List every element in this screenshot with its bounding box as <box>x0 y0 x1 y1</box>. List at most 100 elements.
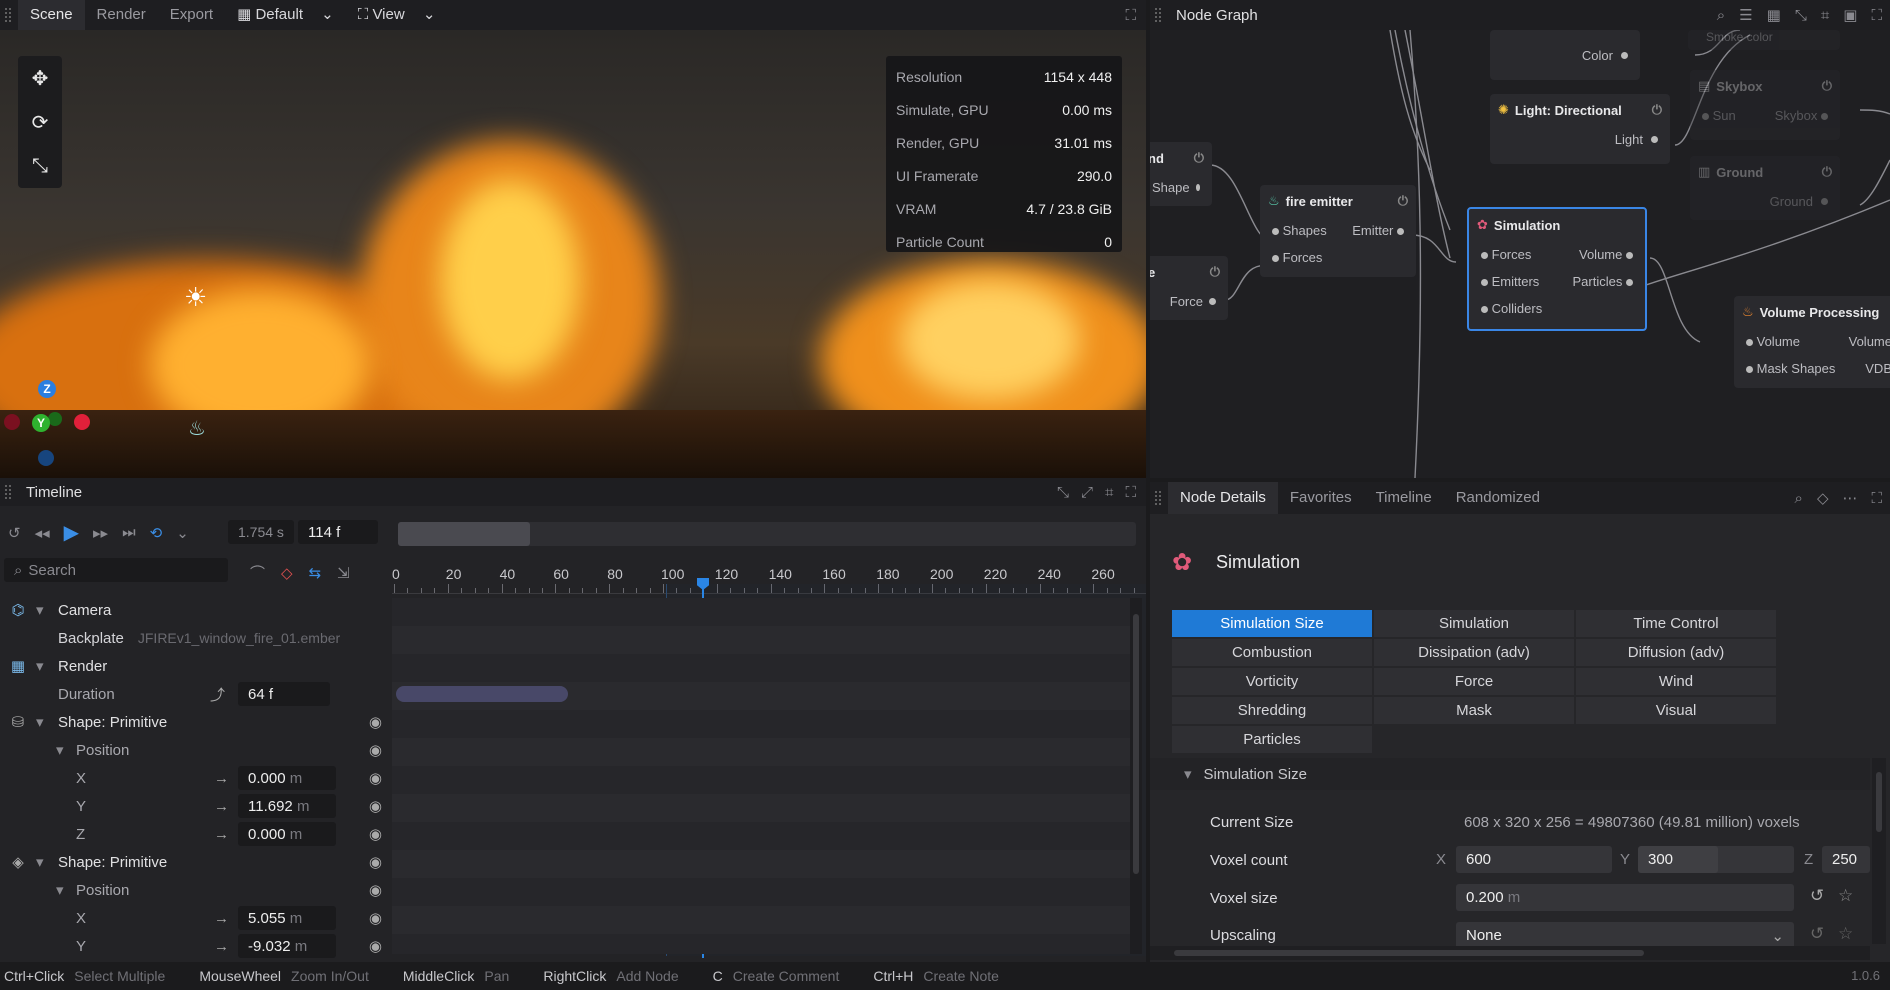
rotate-icon[interactable]: ⟳ <box>32 110 49 135</box>
duration-field[interactable]: 64 f <box>238 682 330 706</box>
auto-key-icon[interactable]: ⇆ <box>309 562 322 583</box>
x-value-field[interactable]: 0.000 m <box>238 766 336 790</box>
eye-icon[interactable]: ◉ <box>369 853 382 871</box>
input-port[interactable] <box>1481 252 1488 259</box>
scrub-track[interactable] <box>398 522 1136 546</box>
expand-arrow-icon[interactable]: ▾ <box>56 881 76 899</box>
y-value-field[interactable]: -9.032 m <box>238 934 336 958</box>
gizmo-y-neg[interactable] <box>48 412 62 426</box>
panel-grip[interactable] <box>1154 490 1162 506</box>
category-combustion[interactable]: Combustion <box>1172 639 1372 666</box>
scrub-range[interactable] <box>398 522 530 546</box>
sun-light-icon[interactable]: ☀ <box>184 282 207 313</box>
details-hscrollbar[interactable] <box>1150 946 1870 960</box>
maximize-icon[interactable]: ⛶ <box>1125 484 1136 501</box>
expand-arrow-icon[interactable]: ▾ <box>36 601 58 619</box>
track-backplate[interactable]: Backplate JFIREv1_window_fire_01.ember <box>0 624 388 652</box>
eye-icon[interactable]: ◉ <box>369 909 382 927</box>
move-icon[interactable]: ✥ <box>32 66 49 91</box>
voxel-size-input[interactable]: 0.200 m <box>1456 884 1794 911</box>
arrow-right-icon[interactable]: → <box>214 798 238 815</box>
node-graph-canvas[interactable]: Color Smoke color ✺ Light: Directional ⏻ L… <box>1150 30 1890 478</box>
expand-arrow-icon[interactable]: ▾ <box>36 853 58 871</box>
maximize-icon[interactable]: ⛶ <box>1125 7 1136 24</box>
fit-icon[interactable]: ⌗ <box>1105 484 1113 501</box>
category-simulation-size[interactable]: Simulation Size <box>1172 610 1372 637</box>
gizmo-z-neg[interactable] <box>38 450 54 466</box>
output-port[interactable] <box>1209 298 1216 305</box>
volume-processing-node[interactable]: ♨ Volume Processing Volume Volume Mask Sha… <box>1734 296 1890 388</box>
input-port[interactable] <box>1272 255 1279 262</box>
reset-icon[interactable]: ↺ <box>1810 924 1824 944</box>
simulation-node[interactable]: ✿ Simulation Forces Volume Emitters Particl… <box>1467 207 1647 331</box>
axis-gizmo[interactable]: Y Z <box>0 380 100 478</box>
power-icon[interactable]: ⏻ <box>1210 264 1220 280</box>
arrow-right-icon[interactable]: → <box>214 826 238 843</box>
view-dropdown[interactable]: ⛶ View ⌄ <box>346 0 448 30</box>
ground-node[interactable]: ▥ Ground ⏻ Ground <box>1690 156 1840 220</box>
fit-icon[interactable]: ⌗ <box>1821 6 1829 24</box>
gizmo-x-pos[interactable] <box>74 414 90 430</box>
grid-icon[interactable]: ▦ <box>1767 6 1781 24</box>
shape-node[interactable]: nd ⏻ Shape <box>1150 142 1212 206</box>
power-icon[interactable]: ⏻ <box>1652 102 1662 118</box>
timeline-scrollbar[interactable] <box>1130 598 1142 954</box>
search-icon[interactable]: ⌕ <box>1795 489 1803 507</box>
output-port[interactable] <box>1821 113 1828 120</box>
category-vorticity[interactable]: Vorticity <box>1172 668 1372 695</box>
tab-render[interactable]: Render <box>85 0 158 30</box>
eye-icon[interactable]: ◉ <box>369 881 382 899</box>
maximize-icon[interactable]: ⛶ <box>1871 6 1882 24</box>
curve-icon[interactable]: ⤴ <box>210 684 238 705</box>
chevron-down-icon[interactable]: ⌄ <box>176 524 189 542</box>
color-node[interactable]: Color <box>1490 30 1640 80</box>
voxel-x-input[interactable]: 600 <box>1456 846 1612 873</box>
track-position-2[interactable]: ▾ Position ◉ <box>0 876 388 904</box>
maximize-icon[interactable]: ⛶ <box>1871 489 1882 507</box>
input-port[interactable] <box>1746 339 1753 346</box>
track-shape-primitive-2[interactable]: ◈ ▾ Shape: Primitive ◉ <box>0 848 388 876</box>
tab-favorites[interactable]: Favorites <box>1278 483 1364 513</box>
search-icon[interactable]: ⌕ <box>1717 6 1725 24</box>
tab-scene[interactable]: Scene <box>18 0 85 30</box>
tab-timeline[interactable]: Timeline <box>1364 483 1444 513</box>
expand-icon[interactable]: ⤢ <box>1081 484 1093 501</box>
category-mask[interactable]: Mask <box>1374 697 1574 724</box>
input-port[interactable] <box>1746 366 1753 373</box>
power-icon[interactable]: ⏻ <box>1822 164 1832 180</box>
eye-icon[interactable]: ◉ <box>369 713 382 731</box>
input-port[interactable] <box>1702 113 1709 120</box>
more-icon[interactable]: ⋯ <box>1842 489 1857 507</box>
output-port[interactable] <box>1195 184 1200 191</box>
track-position-1[interactable]: ▾ Position ◉ <box>0 736 388 764</box>
fast-forward-icon[interactable]: ⏭ <box>122 524 136 541</box>
step-forward-icon[interactable]: ▸▸ <box>93 524 108 542</box>
frame-field[interactable]: 114 f <box>298 520 378 544</box>
rewind-icon[interactable]: ◂◂ <box>35 524 50 542</box>
tab-node-details[interactable]: Node Details <box>1168 482 1278 514</box>
panel-grip[interactable] <box>4 484 12 500</box>
star-icon[interactable]: ☆ <box>1838 924 1853 944</box>
eye-icon[interactable]: ◉ <box>369 937 382 955</box>
smoke-color-node[interactable]: Smoke color <box>1688 30 1840 50</box>
scale-icon[interactable]: ⤡ <box>32 155 48 178</box>
category-dissipation-adv[interactable]: Dissipation (adv) <box>1374 639 1574 666</box>
gizmo-y[interactable]: Y <box>32 414 50 432</box>
category-force[interactable]: Force <box>1374 668 1574 695</box>
input-port[interactable] <box>1272 228 1279 235</box>
fire-emitter-node[interactable]: ♨ fire emitter ⏻ Shapes Emitter Forces <box>1260 185 1416 277</box>
play-icon[interactable]: ▶ <box>64 520 79 545</box>
category-visual[interactable]: Visual <box>1576 697 1776 724</box>
property-value[interactable]: JFIREv1_window_fire_01.ember <box>138 630 340 646</box>
output-port[interactable] <box>1621 52 1628 59</box>
collapse-icon[interactable]: ⤡ <box>1057 484 1069 501</box>
panel-grip[interactable] <box>4 7 12 23</box>
track-camera[interactable]: ⌬ ▾ Camera <box>0 596 388 624</box>
upscaling-select[interactable]: None ⌄ <box>1456 922 1794 949</box>
output-port[interactable] <box>1651 136 1658 143</box>
section-header[interactable]: ▾ Simulation Size <box>1150 758 1870 790</box>
keyframe-icon[interactable]: ◇ <box>1817 489 1829 507</box>
star-icon[interactable]: ☆ <box>1838 886 1853 906</box>
power-icon[interactable]: ⏻ <box>1822 78 1832 94</box>
insert-icon[interactable]: ⇲ <box>337 562 350 583</box>
